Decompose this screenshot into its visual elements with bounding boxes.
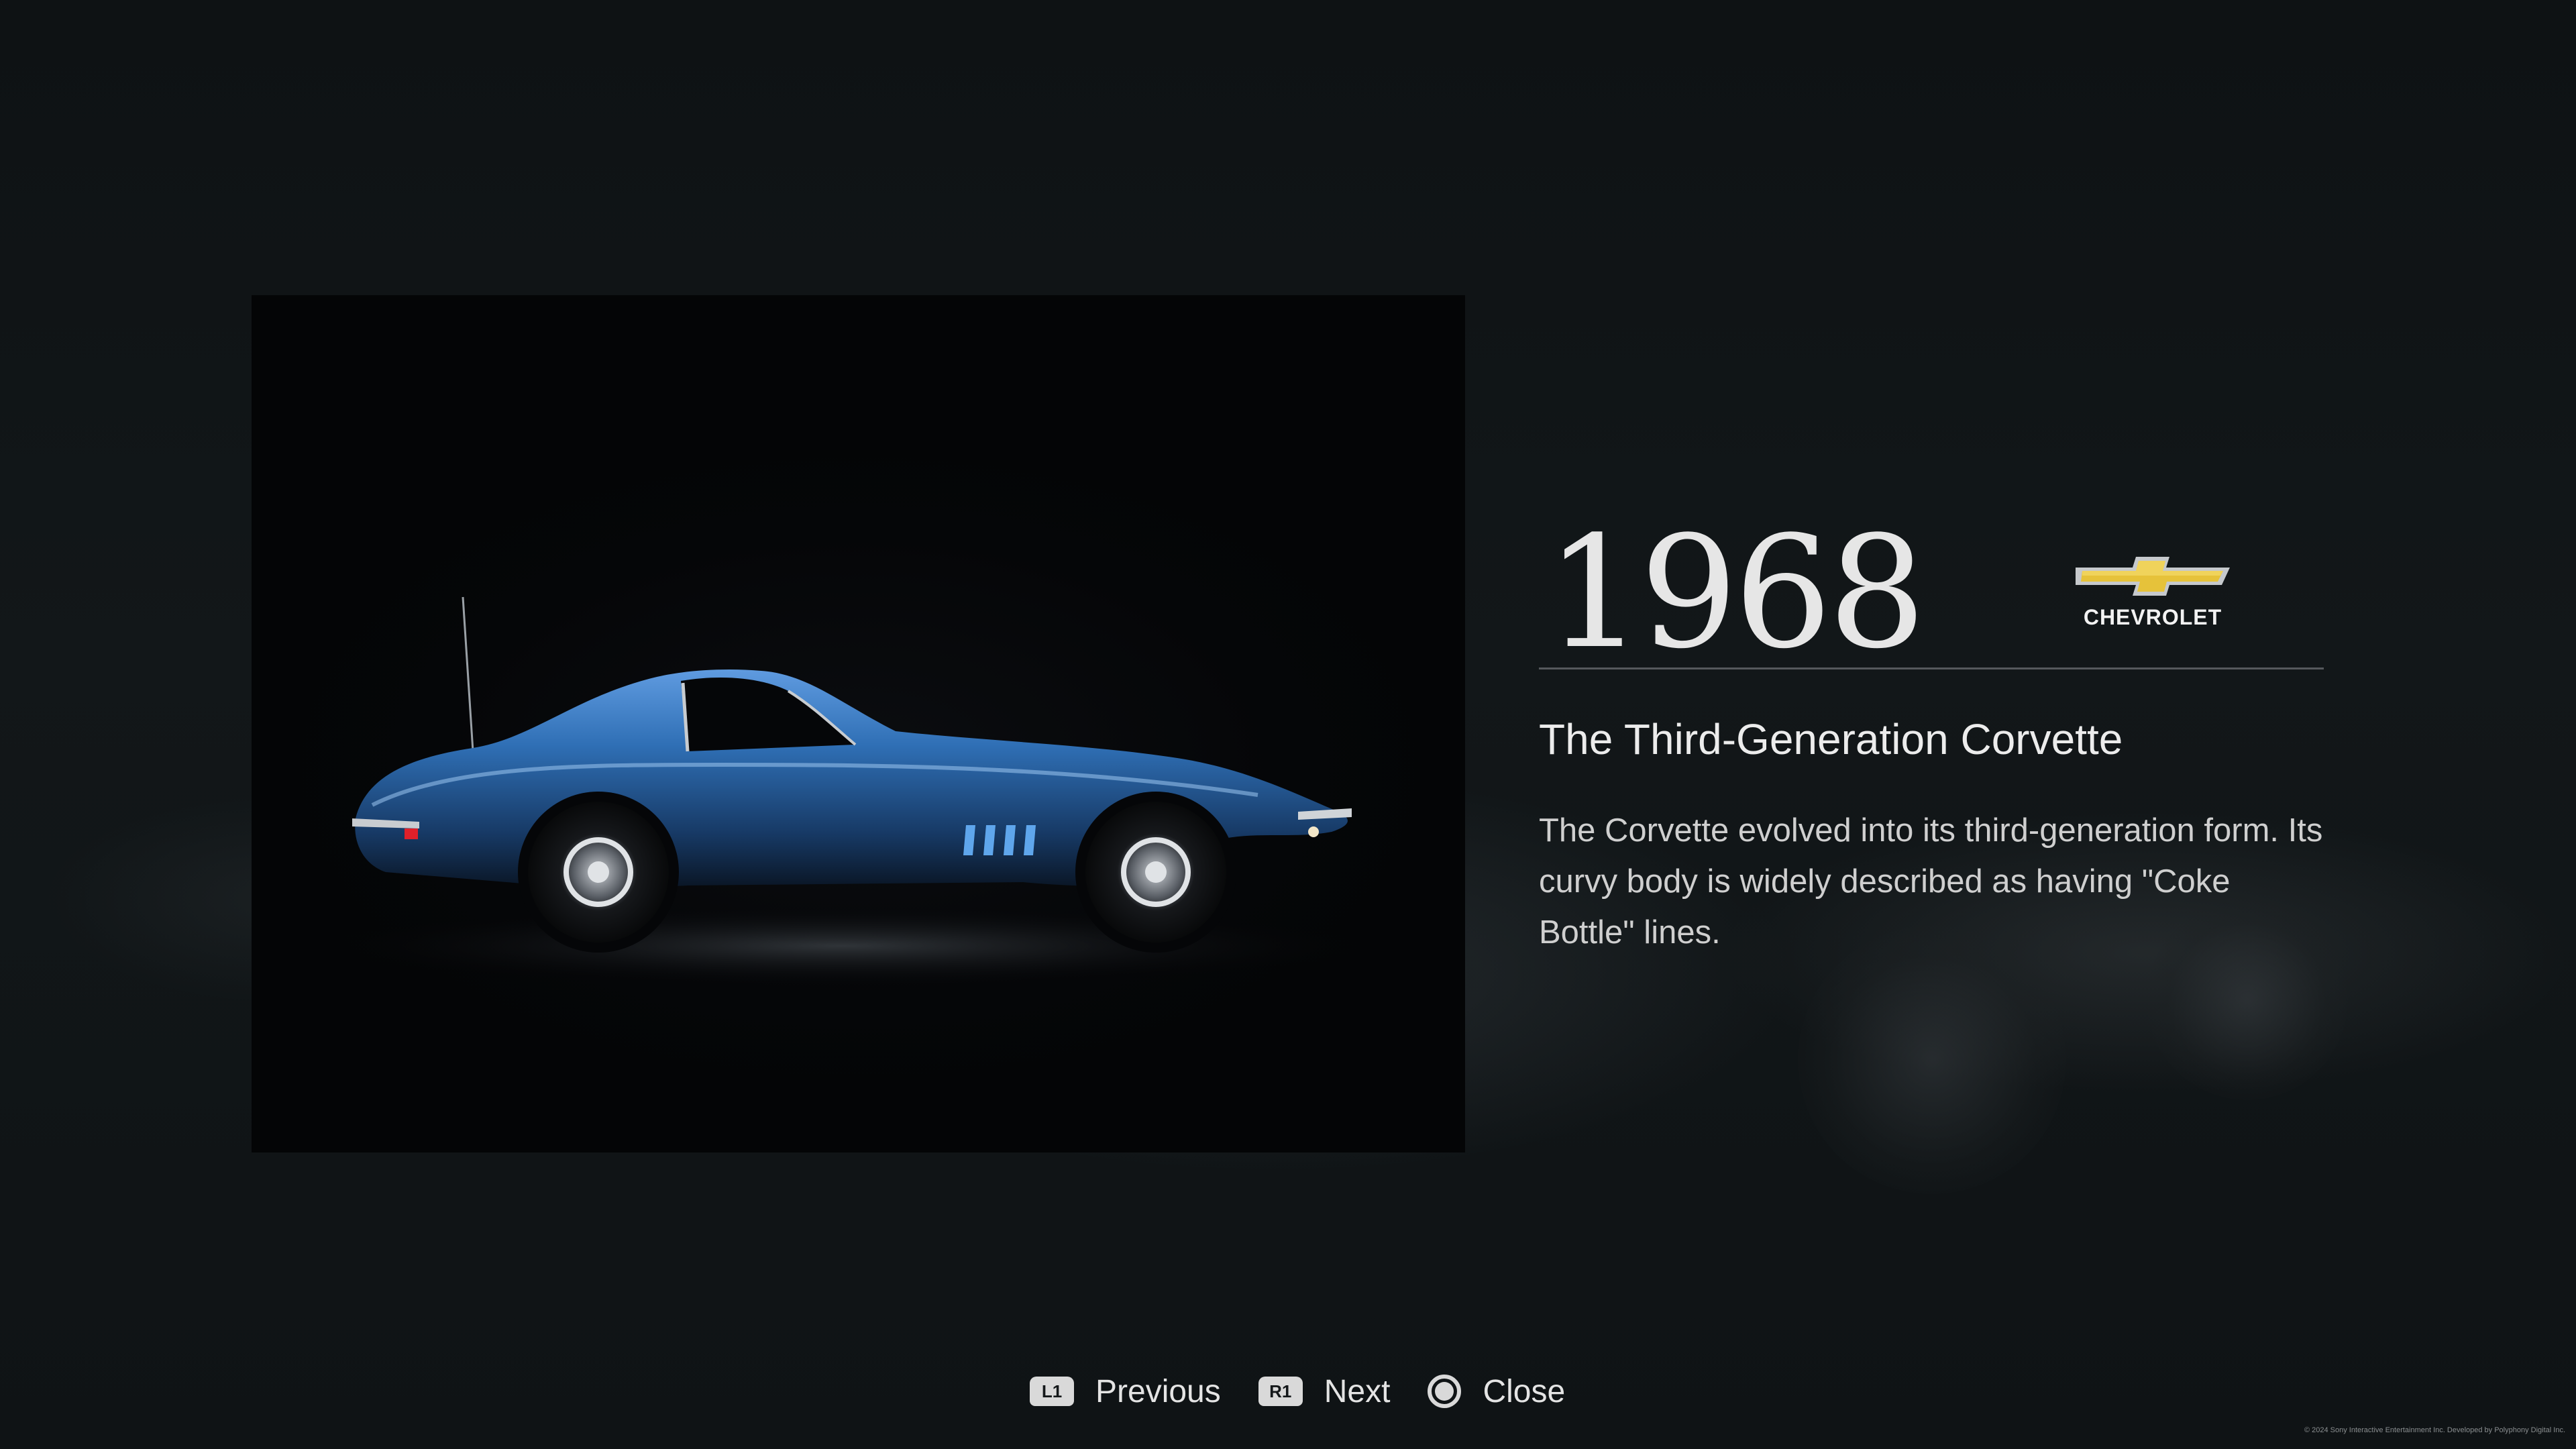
r1-button-icon: R1: [1258, 1377, 1303, 1406]
title-divider: [1539, 667, 2324, 669]
detail-heading: The Third-Generation Corvette: [1539, 715, 2123, 763]
year-title: 1968: [1546, 504, 1926, 683]
corvette-illustration: [319, 596, 1365, 986]
brand-logo: CHEVROLET: [2069, 553, 2237, 633]
close-button[interactable]: Close: [1428, 1373, 1565, 1410]
copyright-text: © 2024 Sony Interactive Entertainment In…: [2304, 1426, 2565, 1434]
close-label: Close: [1483, 1373, 1566, 1409]
l1-button-icon: L1: [1030, 1377, 1074, 1406]
car-photo: [252, 295, 1465, 1152]
previous-button[interactable]: L1 Previous: [1030, 1373, 1221, 1410]
brand-name: CHEVROLET: [2083, 605, 2222, 629]
button-prompts: L1 Previous R1 Next Close: [1030, 1371, 1565, 1412]
circle-button-icon: [1428, 1375, 1462, 1408]
background-wheel-blur: [1798, 926, 2066, 1194]
next-label: Next: [1324, 1373, 1391, 1409]
previous-label: Previous: [1095, 1373, 1221, 1409]
detail-description: The Corvette evolved into its third-gene…: [1539, 812, 2323, 951]
chevrolet-bowtie-icon: [2076, 557, 2230, 596]
next-button[interactable]: R1 Next: [1258, 1373, 1391, 1410]
